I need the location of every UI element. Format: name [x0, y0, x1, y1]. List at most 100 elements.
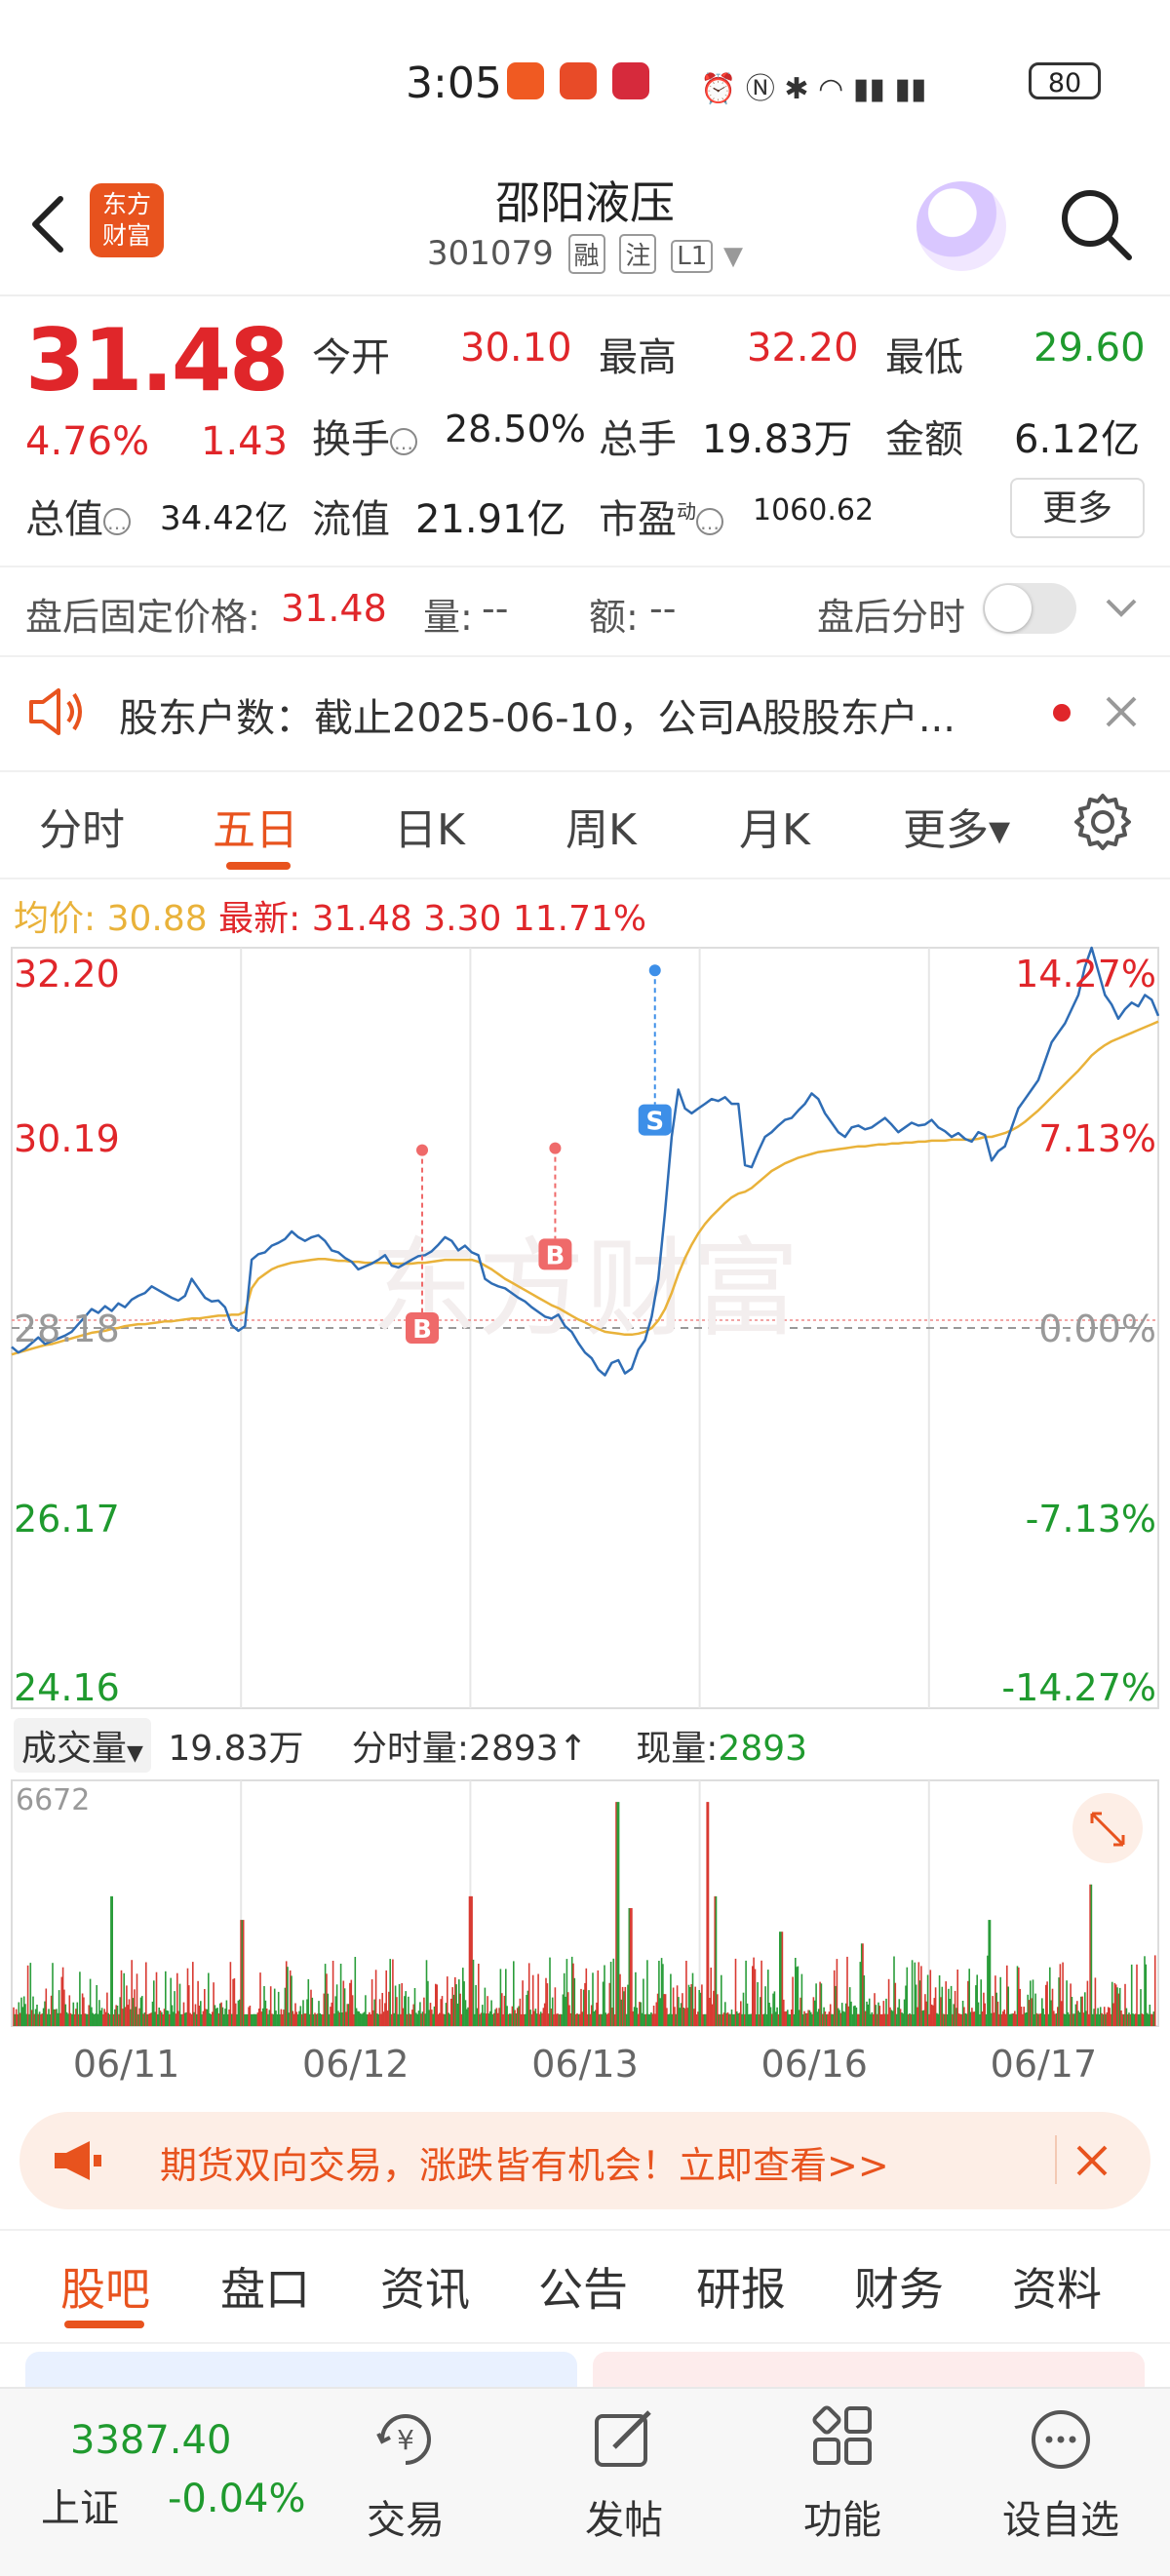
close-icon[interactable] — [1072, 2141, 1112, 2180]
y-axis-label-left: 26.17 — [14, 1498, 120, 1541]
nav-add-watchlist[interactable]: 设自选 — [983, 2488, 1139, 2545]
y-axis-label-right: 14.27% — [1015, 953, 1156, 995]
high-label: 最高 — [599, 335, 677, 380]
y-axis-label-left: 30.19 — [14, 1117, 120, 1160]
more-button[interactable]: 更多 — [1010, 478, 1145, 538]
level1-tag: L1 — [671, 240, 714, 273]
latest-value: 31.48 — [311, 899, 412, 939]
tab-forum[interactable]: 股吧 — [60, 2254, 150, 2319]
index-name[interactable]: 上证 — [41, 2477, 119, 2533]
x-axis-date-label: 06/11 — [73, 2043, 180, 2086]
y-axis-label-right: 0.00% — [1038, 1308, 1156, 1350]
close-icon[interactable] — [1102, 692, 1141, 731]
volume-max-label: 6672 — [16, 1783, 90, 1817]
x-axis-date-label: 06/16 — [760, 2043, 868, 2086]
current-volume-label: 现量: — [636, 1729, 719, 1769]
float-value: 21.91亿 — [415, 497, 566, 542]
unread-dot — [1053, 704, 1071, 722]
trade-marker-dot — [549, 1142, 562, 1154]
info-icon[interactable]: … — [390, 428, 417, 455]
tab-intraday[interactable]: 分时 — [39, 795, 125, 857]
chevron-down-icon[interactable]: ▼ — [723, 242, 743, 271]
active-tab-indicator — [64, 2321, 144, 2328]
tab-financials[interactable]: 财务 — [854, 2254, 944, 2319]
trade-marker-dot — [416, 1144, 429, 1156]
x-axis-date-label: 06/12 — [302, 2043, 410, 2086]
after-hours-vol: -- — [482, 587, 509, 630]
trade-marker-label: B — [412, 1315, 432, 1345]
turnover-label: 换手… — [312, 408, 417, 464]
trade-icon[interactable]: ¥ — [367, 2400, 445, 2478]
nav-post[interactable]: 发帖 — [546, 2488, 702, 2545]
pe-value: 1060.62 — [753, 493, 875, 527]
amount-label: 金额 — [885, 417, 963, 462]
five-day-chart[interactable]: 东方财富 32.2030.1928.1826.1724.1614.27%7.13… — [0, 946, 1170, 2096]
open-label: 今开 — [312, 335, 390, 380]
float-label: 流值 — [312, 497, 390, 542]
add-watchlist-icon[interactable] — [1022, 2400, 1100, 2478]
volume-info-row: 成交量▼ 19.83万 分时量:2893↑ 现量:2893 — [14, 1718, 807, 1773]
active-tab-indicator — [226, 862, 291, 870]
post-icon[interactable] — [585, 2400, 663, 2478]
change-percent: 4.76% — [25, 419, 150, 464]
turnover-label-text: 换手 — [312, 417, 390, 462]
tab-monthly-k[interactable]: 月K — [739, 795, 810, 857]
avg-value: 30.88 — [106, 899, 208, 939]
trade-marker-dot — [648, 964, 661, 977]
pe-sup: 动 — [677, 499, 696, 524]
divider — [0, 294, 1170, 296]
volume-total: 19.83万 — [168, 1729, 304, 1769]
tab-profile[interactable]: 资料 — [1012, 2254, 1102, 2319]
tab-announcements[interactable]: 公告 — [538, 2254, 628, 2319]
pe-label: 市盈动… — [599, 488, 723, 544]
gear-icon[interactable] — [1072, 792, 1133, 852]
info-icon[interactable]: … — [103, 508, 131, 535]
notification-app-icon — [560, 62, 597, 99]
ad-text[interactable]: 期货双向交易，涨跌皆有机会！立即查看>> — [160, 2135, 889, 2189]
x-axis-date-label: 06/17 — [991, 2043, 1098, 2086]
y-axis-label-left: 28.18 — [14, 1308, 120, 1350]
speaker-icon — [29, 688, 82, 735]
search-icon[interactable] — [1055, 183, 1137, 265]
tab-daily-k[interactable]: 日K — [394, 795, 465, 857]
after-hours-vol-label: 量: — [423, 596, 473, 639]
change-amount: 1.43 — [201, 419, 289, 464]
mktcap-value: 34.42亿 — [160, 499, 289, 538]
margin-tag: 融 — [567, 234, 605, 274]
volume-selector[interactable]: 成交量▼ — [14, 1718, 151, 1773]
index-change[interactable]: -0.04% — [168, 2477, 306, 2521]
chevron-down-icon: ▼ — [127, 1741, 143, 1766]
volume-label: 总手 — [599, 417, 677, 462]
after-hours-price: 31.48 — [281, 587, 387, 630]
tab-order-book[interactable]: 盘口 — [220, 2254, 310, 2319]
current-price: 31.48 — [25, 310, 289, 410]
volume-selector-label: 成交量 — [21, 1729, 128, 1769]
chart-info-row: 均价: 30.88 最新: 31.48 3.30 11.71% — [14, 890, 646, 941]
tab-research[interactable]: 研报 — [696, 2254, 786, 2319]
functions-icon[interactable] — [803, 2400, 881, 2478]
tab-five-day[interactable]: 五日 — [213, 795, 298, 857]
avg-label: 均价: — [14, 899, 97, 939]
y-axis-label-right: 7.13% — [1038, 1117, 1156, 1160]
info-icon[interactable]: … — [696, 508, 723, 535]
chevron-down-icon[interactable] — [1102, 593, 1141, 622]
news-text[interactable]: 股东户数：截止2025-06-10，公司A股股东户... — [119, 686, 956, 743]
tick-volume: 2893↑ — [469, 1729, 588, 1769]
y-axis-label-left: 32.20 — [14, 953, 120, 995]
notification-app-icon — [612, 62, 649, 99]
toggle-knob — [985, 585, 1032, 632]
y-axis-label-right: -14.27% — [1001, 1666, 1156, 1709]
mktcap-label: 总值… — [25, 488, 131, 544]
signal-status-icons: ⏰ Ⓝ ✱ ◠ ▮▮ ▮▮ — [700, 72, 927, 106]
nav-functions[interactable]: 功能 — [764, 2488, 920, 2545]
divider — [1055, 2135, 1057, 2184]
tab-more[interactable]: 更多▾ — [903, 795, 1010, 857]
tab-news[interactable]: 资讯 — [380, 2254, 470, 2319]
tab-weekly-k[interactable]: 周K — [566, 795, 637, 857]
nav-trade[interactable]: 交易 — [328, 2488, 484, 2545]
robot-assistant-avatar[interactable] — [916, 181, 1006, 271]
latest-pct: 11.71% — [512, 899, 647, 939]
index-value[interactable]: 3387.40 — [70, 2418, 231, 2463]
tick-volume-label: 分时量: — [351, 1729, 470, 1769]
trade-marker-label: S — [645, 1108, 664, 1137]
